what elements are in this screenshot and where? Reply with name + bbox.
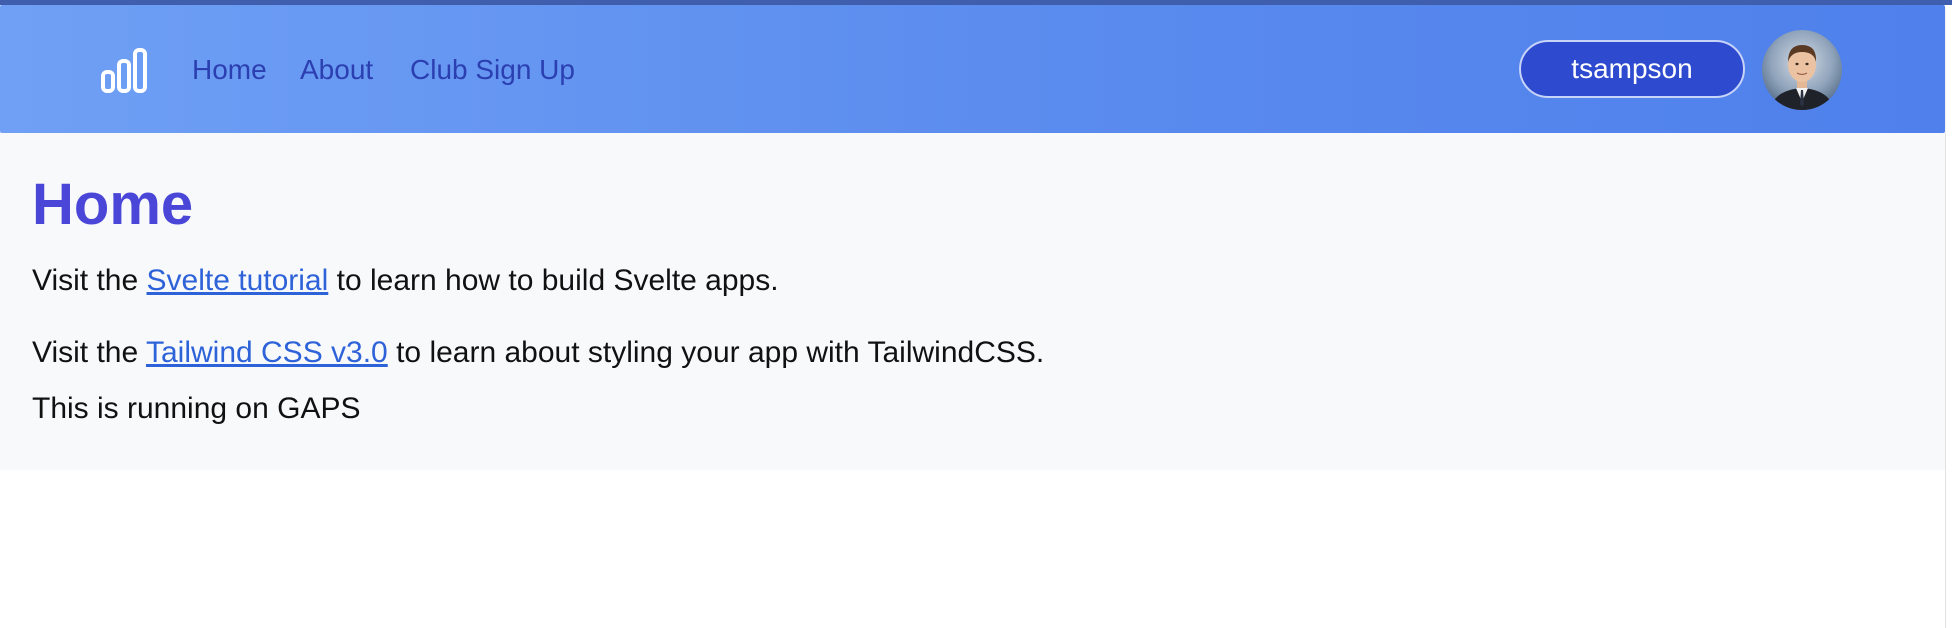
navbar: Home About Club Sign Up tsampson <box>0 5 1945 133</box>
bar-chart-icon[interactable] <box>100 46 148 94</box>
user-menu-button[interactable]: tsampson <box>1519 40 1745 98</box>
page-title: Home <box>32 172 194 237</box>
nav-link-club-sign-up[interactable]: Club Sign Up <box>410 53 575 87</box>
gaps-status-text: This is running on GAPS <box>32 392 361 425</box>
nav-link-about[interactable]: About <box>300 53 373 87</box>
avatar-photo <box>1762 30 1842 110</box>
svelte-paragraph: Visit the Svelte tutorial to learn how t… <box>32 263 779 299</box>
main-content: Home Visit the Svelte tutorial to learn … <box>0 133 1945 470</box>
tailwind-css-link[interactable]: Tailwind CSS v3.0 <box>146 336 388 369</box>
nav-link-home[interactable]: Home <box>192 53 267 87</box>
scrollbar-track[interactable] <box>1945 133 1952 628</box>
svelte-tutorial-link[interactable]: Svelte tutorial <box>147 264 329 297</box>
tailwind-paragraph: Visit the Tailwind CSS v3.0 to learn abo… <box>32 335 1044 371</box>
paragraph-text: to learn about styling your app with Tai… <box>387 336 1045 369</box>
paragraph-text: Visit the <box>32 264 147 297</box>
paragraph-text: Visit the <box>32 336 146 369</box>
paragraph-text: to learn how to build Svelte apps. <box>328 264 779 297</box>
avatar[interactable] <box>1762 30 1842 110</box>
